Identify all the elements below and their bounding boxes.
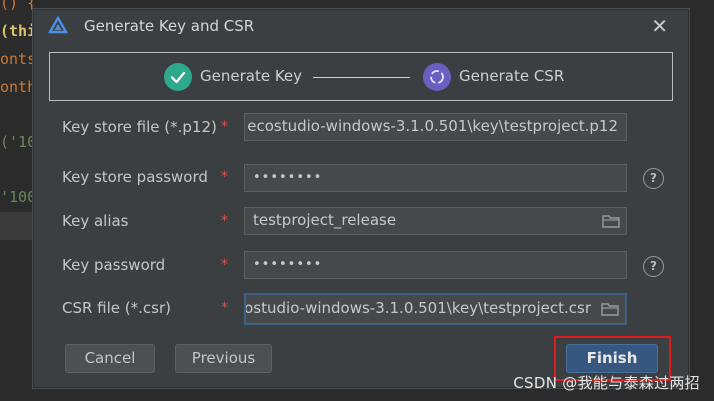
code-line: () { bbox=[0, 0, 37, 12]
folder-icon[interactable] bbox=[595, 295, 625, 323]
code-line: '100 bbox=[0, 188, 37, 206]
previous-button[interactable]: Previous bbox=[175, 344, 272, 373]
key-store-file-label: Key store file (*.p12) bbox=[62, 118, 217, 136]
key-password-value: •••••••• bbox=[253, 257, 323, 272]
csr-file-label: CSR file (*.csr) bbox=[62, 299, 171, 317]
required-mark: * bbox=[221, 257, 228, 273]
code-line: onts bbox=[0, 50, 37, 68]
wizard-steps: Generate Key Generate CSR bbox=[49, 52, 673, 101]
step-connector bbox=[313, 77, 410, 78]
csr-file-value: ostudio-windows-3.1.0.501\key\testprojec… bbox=[244, 299, 591, 317]
key-password-input[interactable]: •••••••• bbox=[244, 251, 627, 279]
required-mark: * bbox=[221, 119, 228, 135]
csr-file-input[interactable]: ostudio-windows-3.1.0.501\key\testprojec… bbox=[244, 293, 627, 325]
close-icon[interactable]: ✕ bbox=[651, 14, 668, 38]
key-store-password-input[interactable]: •••••••• bbox=[244, 164, 627, 192]
code-line: onth bbox=[0, 78, 37, 96]
folder-icon[interactable] bbox=[596, 208, 626, 234]
code-line: ('10 bbox=[0, 133, 37, 151]
key-alias-input[interactable]: testproject_release bbox=[244, 207, 627, 235]
key-alias-label: Key alias bbox=[62, 212, 129, 230]
dialog-title: Generate Key and CSR bbox=[84, 17, 255, 35]
key-alias-value: testproject_release bbox=[253, 211, 397, 229]
dialog-titlebar: Generate Key and CSR ✕ bbox=[34, 10, 688, 43]
key-store-password-label: Key store password bbox=[62, 168, 208, 186]
key-password-label: Key password bbox=[62, 256, 166, 274]
check-icon bbox=[164, 63, 192, 91]
help-icon[interactable]: ? bbox=[643, 168, 664, 189]
required-mark: * bbox=[221, 300, 228, 316]
step-generate-csr: Generate CSR bbox=[459, 67, 565, 85]
required-mark: * bbox=[221, 213, 228, 229]
deveco-logo-icon bbox=[47, 15, 69, 36]
key-store-password-value: •••••••• bbox=[253, 170, 323, 185]
required-mark: * bbox=[221, 169, 228, 185]
step-generate-key: Generate Key bbox=[200, 67, 303, 85]
key-store-file-value: ecostudio-windows-3.1.0.501\key\testproj… bbox=[247, 117, 618, 135]
key-store-file-input[interactable]: ecostudio-windows-3.1.0.501\key\testproj… bbox=[244, 113, 627, 141]
cancel-button[interactable]: Cancel bbox=[65, 344, 155, 373]
generate-key-dialog: Generate Key and CSR ✕ Generate Key Gene… bbox=[33, 9, 689, 388]
watermark: CSDN @我能与泰森过两招 bbox=[513, 374, 700, 392]
help-icon[interactable]: ? bbox=[643, 256, 664, 277]
refresh-icon bbox=[423, 63, 451, 91]
